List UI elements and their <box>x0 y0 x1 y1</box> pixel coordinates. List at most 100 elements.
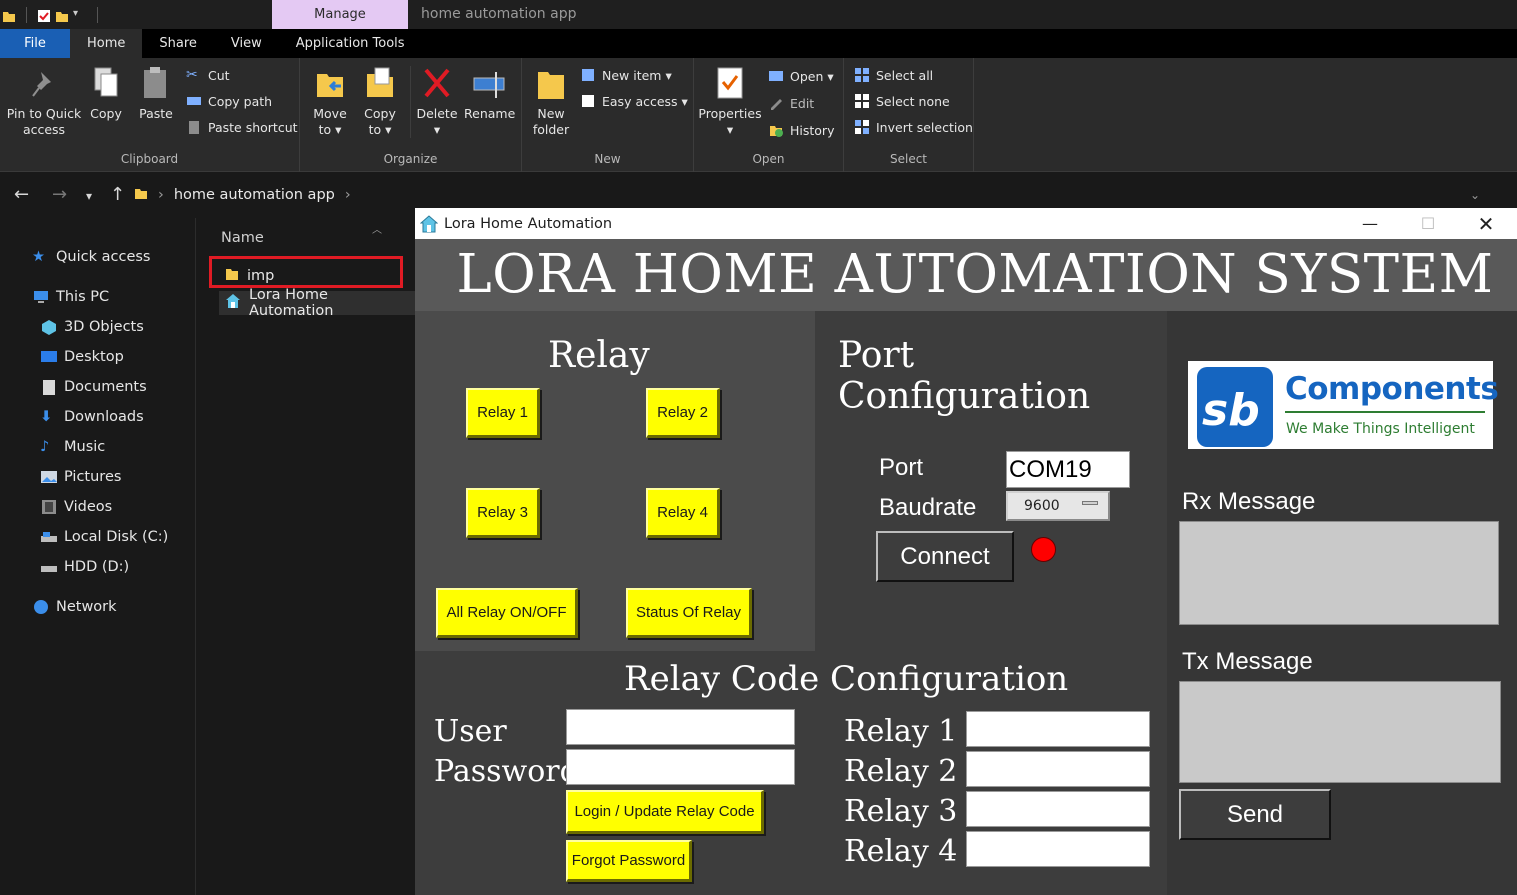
sidebar-item-local-disk-c[interactable]: Local Disk (C:) <box>40 525 168 549</box>
close-icon[interactable]: ✕ <box>1457 208 1515 239</box>
sidebar-item-music[interactable]: ♪ Music <box>40 435 105 459</box>
password-input[interactable] <box>566 749 795 785</box>
tab-home[interactable]: Home <box>70 29 143 58</box>
invert-selection-button[interactable]: Invert selection <box>854 117 973 137</box>
tab-file[interactable]: File <box>0 29 70 58</box>
banner-title: LORA HOME AUTOMATION SYSTEM <box>456 244 1494 305</box>
relay-2-code-input[interactable] <box>966 751 1150 787</box>
port-label: Port <box>879 454 924 481</box>
new-item-button[interactable]: New item ▾ <box>580 65 672 85</box>
minimize-icon[interactable]: — <box>1341 208 1399 239</box>
lora-app-window: Lora Home Automation — ☐ ✕ LORA HOME AUT… <box>415 208 1517 895</box>
copy-path-button[interactable]: Copy path <box>186 91 272 111</box>
tab-share[interactable]: Share <box>142 29 214 58</box>
relay-4-code-label: Relay 4 <box>844 834 958 869</box>
copy-path-icon <box>186 93 202 109</box>
paste-shortcut-button[interactable]: Paste shortcut <box>186 117 298 137</box>
relay-3-code-input[interactable] <box>966 791 1150 827</box>
new-folder-icon <box>538 72 564 99</box>
easy-access-button[interactable]: Easy access ▾ <box>580 91 688 111</box>
breadcrumb-home-automation-app[interactable]: home automation app <box>174 187 335 203</box>
port-configuration-panel: Port Configuration Port COM19 Baudrate 9… <box>815 311 1167 651</box>
customize-qat-icon[interactable]: ▾ <box>73 8 87 22</box>
divider <box>410 66 411 138</box>
folder-icon[interactable] <box>2 8 16 22</box>
logo-brand-text: Components <box>1285 371 1499 407</box>
recent-locations-chevron-icon[interactable]: ▾ <box>86 189 92 203</box>
select-all-button[interactable]: Select all <box>854 65 933 85</box>
up-arrow-icon[interactable]: ↑ <box>110 184 125 205</box>
paste-button[interactable]: Paste <box>136 64 176 122</box>
tab-application-tools[interactable]: Application Tools <box>279 29 422 58</box>
file-list: ︿ Name imp Lora Home Automation <box>197 218 417 895</box>
relay-4-button[interactable]: Relay 4 <box>646 488 720 538</box>
logo-underline <box>1285 411 1485 413</box>
open-group: Properties ▾ Open ▾ Edit History Open <box>694 58 844 172</box>
login-update-relay-code-button[interactable]: Login / Update Relay Code <box>566 790 764 834</box>
sidebar-item-pictures[interactable]: Pictures <box>40 465 121 489</box>
new-folder-icon[interactable] <box>55 8 69 22</box>
rename-button[interactable]: Rename <box>464 64 515 122</box>
select-none-button[interactable]: Select none <box>854 91 950 111</box>
open-button[interactable]: Open ▾ <box>768 66 834 86</box>
address-path[interactable]: › home automation app › ⌄ <box>134 181 1494 209</box>
status-of-relay-button[interactable]: Status Of Relay <box>626 588 752 638</box>
move-to-button[interactable]: Move to ▾ <box>310 64 350 138</box>
port-input[interactable]: COM19 <box>1006 451 1130 488</box>
dropdown-arrow-icon[interactable] <box>1082 501 1098 505</box>
explorer-titlebar: ▾ Manage home automation app <box>0 0 1517 29</box>
maximize-icon[interactable]: ☐ <box>1399 208 1457 239</box>
new-item-icon <box>580 67 596 83</box>
file-row-lora-home-automation[interactable]: Lora Home Automation <box>219 287 415 319</box>
forgot-password-button[interactable]: Forgot Password <box>566 840 692 882</box>
column-header-name[interactable]: Name <box>221 230 264 246</box>
cut-button[interactable]: ✂ Cut <box>186 65 230 85</box>
sidebar-item-videos[interactable]: Videos <box>40 495 112 519</box>
tx-message-input[interactable] <box>1179 681 1501 783</box>
new-folder-button[interactable]: New folder <box>530 64 572 138</box>
open-group-label: Open <box>752 152 785 166</box>
sidebar-item-downloads[interactable]: ⬇ Downloads <box>40 405 144 429</box>
sort-ascending-icon: ︿ <box>372 225 382 236</box>
forward-arrow-icon[interactable]: → <box>52 184 67 205</box>
baudrate-select[interactable]: 9600 <box>1006 491 1110 521</box>
address-dropdown-chevron-icon[interactable]: ⌄ <box>1470 188 1480 202</box>
connect-button[interactable]: Connect <box>876 531 1014 582</box>
banner: LORA HOME AUTOMATION SYSTEM <box>415 239 1517 311</box>
relay-1-button[interactable]: Relay 1 <box>466 388 540 438</box>
pin-to-quick-access-button[interactable]: Pin to Quick access <box>6 64 82 138</box>
properties-button[interactable]: Properties ▾ <box>698 64 762 138</box>
user-input[interactable] <box>566 709 795 745</box>
copy-to-button[interactable]: Copy to ▾ <box>360 64 400 138</box>
relay-2-button[interactable]: Relay 2 <box>646 388 720 438</box>
properties-icon[interactable] <box>37 8 51 22</box>
sidebar-item-hdd-d[interactable]: HDD (D:) <box>40 555 129 579</box>
sidebar-item-network[interactable]: Network <box>32 595 117 619</box>
organize-group-label: Organize <box>383 152 438 166</box>
sidebar-item-3d-objects[interactable]: 3D Objects <box>40 315 144 339</box>
sidebar-item-desktop[interactable]: Desktop <box>40 345 124 369</box>
sidebar-item-quick-access[interactable]: ★ Quick access <box>32 245 150 269</box>
relay-4-code-input[interactable] <box>966 831 1150 867</box>
network-icon <box>32 599 50 615</box>
all-relay-on-off-button[interactable]: All Relay ON/OFF <box>436 588 578 638</box>
delete-button[interactable]: Delete ▾ <box>416 64 458 138</box>
relay-code-configuration-panel: Relay Code Configuration User Password L… <box>415 651 1167 895</box>
tab-view[interactable]: View <box>214 29 279 58</box>
select-all-icon <box>854 67 870 83</box>
relay-3-button[interactable]: Relay 3 <box>466 488 540 538</box>
send-button[interactable]: Send <box>1179 789 1331 840</box>
history-button[interactable]: History <box>768 120 834 140</box>
edit-button[interactable]: Edit <box>768 93 814 113</box>
tab-manage[interactable]: Manage <box>272 0 408 29</box>
folder-icon <box>134 186 148 204</box>
svg-text:sb: sb <box>1202 385 1260 436</box>
back-arrow-icon[interactable]: ← <box>14 184 29 205</box>
copy-button[interactable]: Copy <box>86 64 126 122</box>
sidebar-item-this-pc[interactable]: This PC <box>32 285 109 309</box>
relay-1-code-input[interactable] <box>966 711 1150 747</box>
rx-message-box[interactable] <box>1179 521 1499 625</box>
disk-icon <box>40 559 58 575</box>
sidebar-item-documents[interactable]: Documents <box>40 375 147 399</box>
select-group-label: Select <box>889 152 928 166</box>
